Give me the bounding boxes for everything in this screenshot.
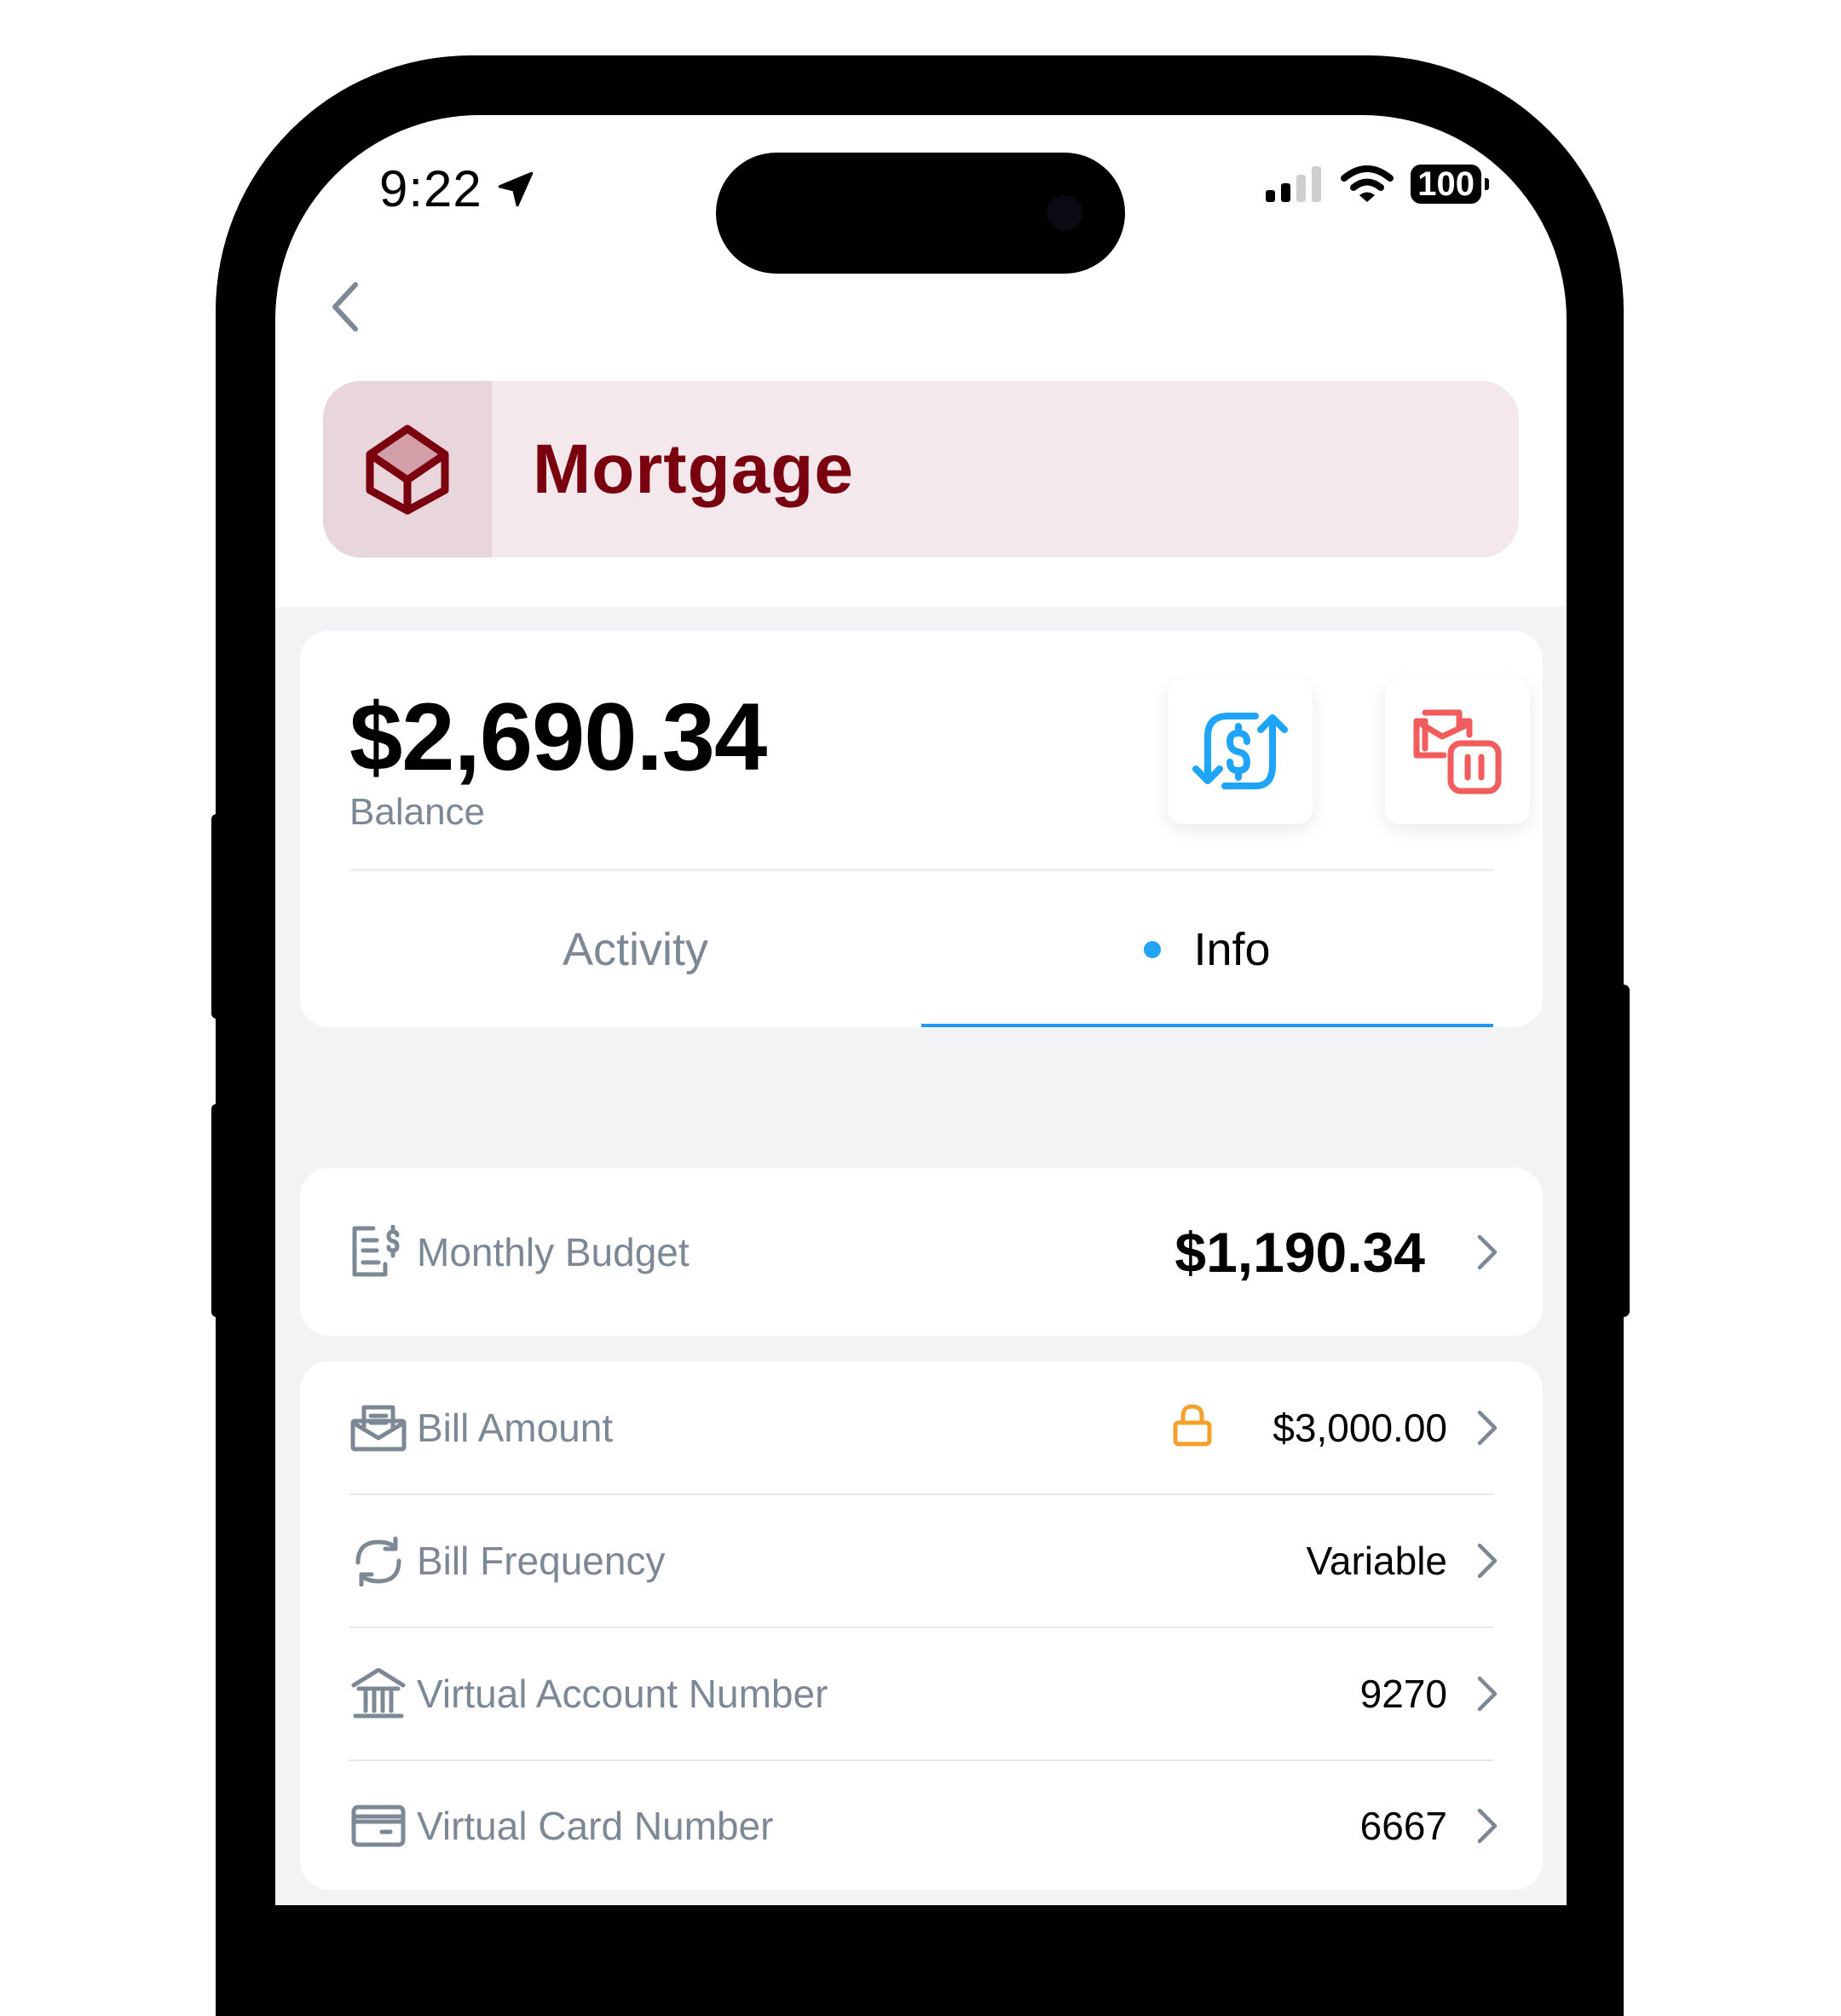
bank-icon [349,1665,407,1723]
virtual-card-number-label: Virtual Card Number [417,1803,774,1848]
category-header: Mortgage [323,381,1519,557]
status-indicators: 100 [1264,165,1489,204]
bill-details-card: Bill Amount $3,000.00 Bill Frequency Var… [300,1361,1543,1890]
battery-indicator: 100 [1411,165,1489,204]
dynamic-island [716,153,1125,274]
tab-info-label: Info [1193,923,1271,975]
bill-amount-value: $3,000.00 [1273,1405,1447,1450]
cellular-signal-icon [1266,166,1322,202]
tab-info[interactable]: Info [921,871,1493,1027]
chevron-right-icon [1475,1668,1500,1719]
bill-frequency-label: Bill Frequency [417,1539,666,1583]
bill-frequency-value: Variable [1306,1539,1447,1583]
chevron-right-icon [1475,1535,1500,1586]
monthly-budget-label: Monthly Budget [417,1229,690,1274]
front-camera [1047,195,1082,231]
virtual-account-number-value: 9270 [1359,1672,1447,1716]
chevron-right-icon [1475,1800,1500,1851]
active-tab-dot [1144,940,1162,958]
envelope-pause-icon [1413,709,1502,794]
monthly-budget-row[interactable]: Monthly Budget $1,190.34 [300,1168,1543,1336]
status-time-text: 9:22 [379,160,482,217]
virtual-account-number-label: Virtual Account Number [417,1672,828,1716]
back-button[interactable] [320,273,371,341]
lock-icon [1173,1404,1212,1451]
cube-icon [366,425,449,514]
content-area: $2,690.34 Balance Activity Info Monthly … [275,607,1567,1905]
monthly-budget-value: $1,190.34 [1174,1220,1425,1284]
category-icon-container [323,381,492,557]
wifi-icon [1341,165,1394,202]
receipt-dollar-icon [349,1223,407,1281]
balance-amount: $2,690.34 [349,684,767,790]
phone-screen: 9:22 100 Mortgage $2,690.34 Balance Acti… [275,115,1567,1905]
chevron-right-icon [1475,1402,1500,1453]
page-title: Mortgage [533,430,854,508]
balance-card: $2,690.34 Balance Activity Info [300,631,1543,1027]
envelope-open-icon [349,1399,407,1457]
tab-activity[interactable]: Activity [349,871,921,1027]
bill-amount-row[interactable]: Bill Amount $3,000.00 [300,1361,1543,1493]
status-time: 9:22 [379,159,537,218]
refresh-icon [349,1532,407,1590]
chevron-left-icon [332,282,358,332]
bill-frequency-row[interactable]: Bill Frequency Variable [300,1495,1543,1626]
tab-bar: Activity Info [349,871,1493,1027]
balance-label: Balance [349,791,486,833]
virtual-card-number-value: 6667 [1359,1803,1447,1848]
pause-bill-button[interactable] [1385,679,1530,824]
virtual-account-number-row[interactable]: Virtual Account Number 9270 [300,1628,1543,1759]
bill-amount-label: Bill Amount [417,1405,614,1450]
location-arrow-icon [498,171,534,206]
transfer-money-button[interactable] [1168,679,1313,824]
chevron-right-icon [1475,1227,1500,1278]
virtual-card-number-row[interactable]: Virtual Card Number 6667 [300,1761,1543,1890]
tab-activity-label: Activity [562,923,709,975]
dollar-transfer-icon [1192,713,1288,789]
monthly-budget-card: Monthly Budget $1,190.34 [300,1168,1543,1336]
credit-card-icon [349,1797,407,1855]
